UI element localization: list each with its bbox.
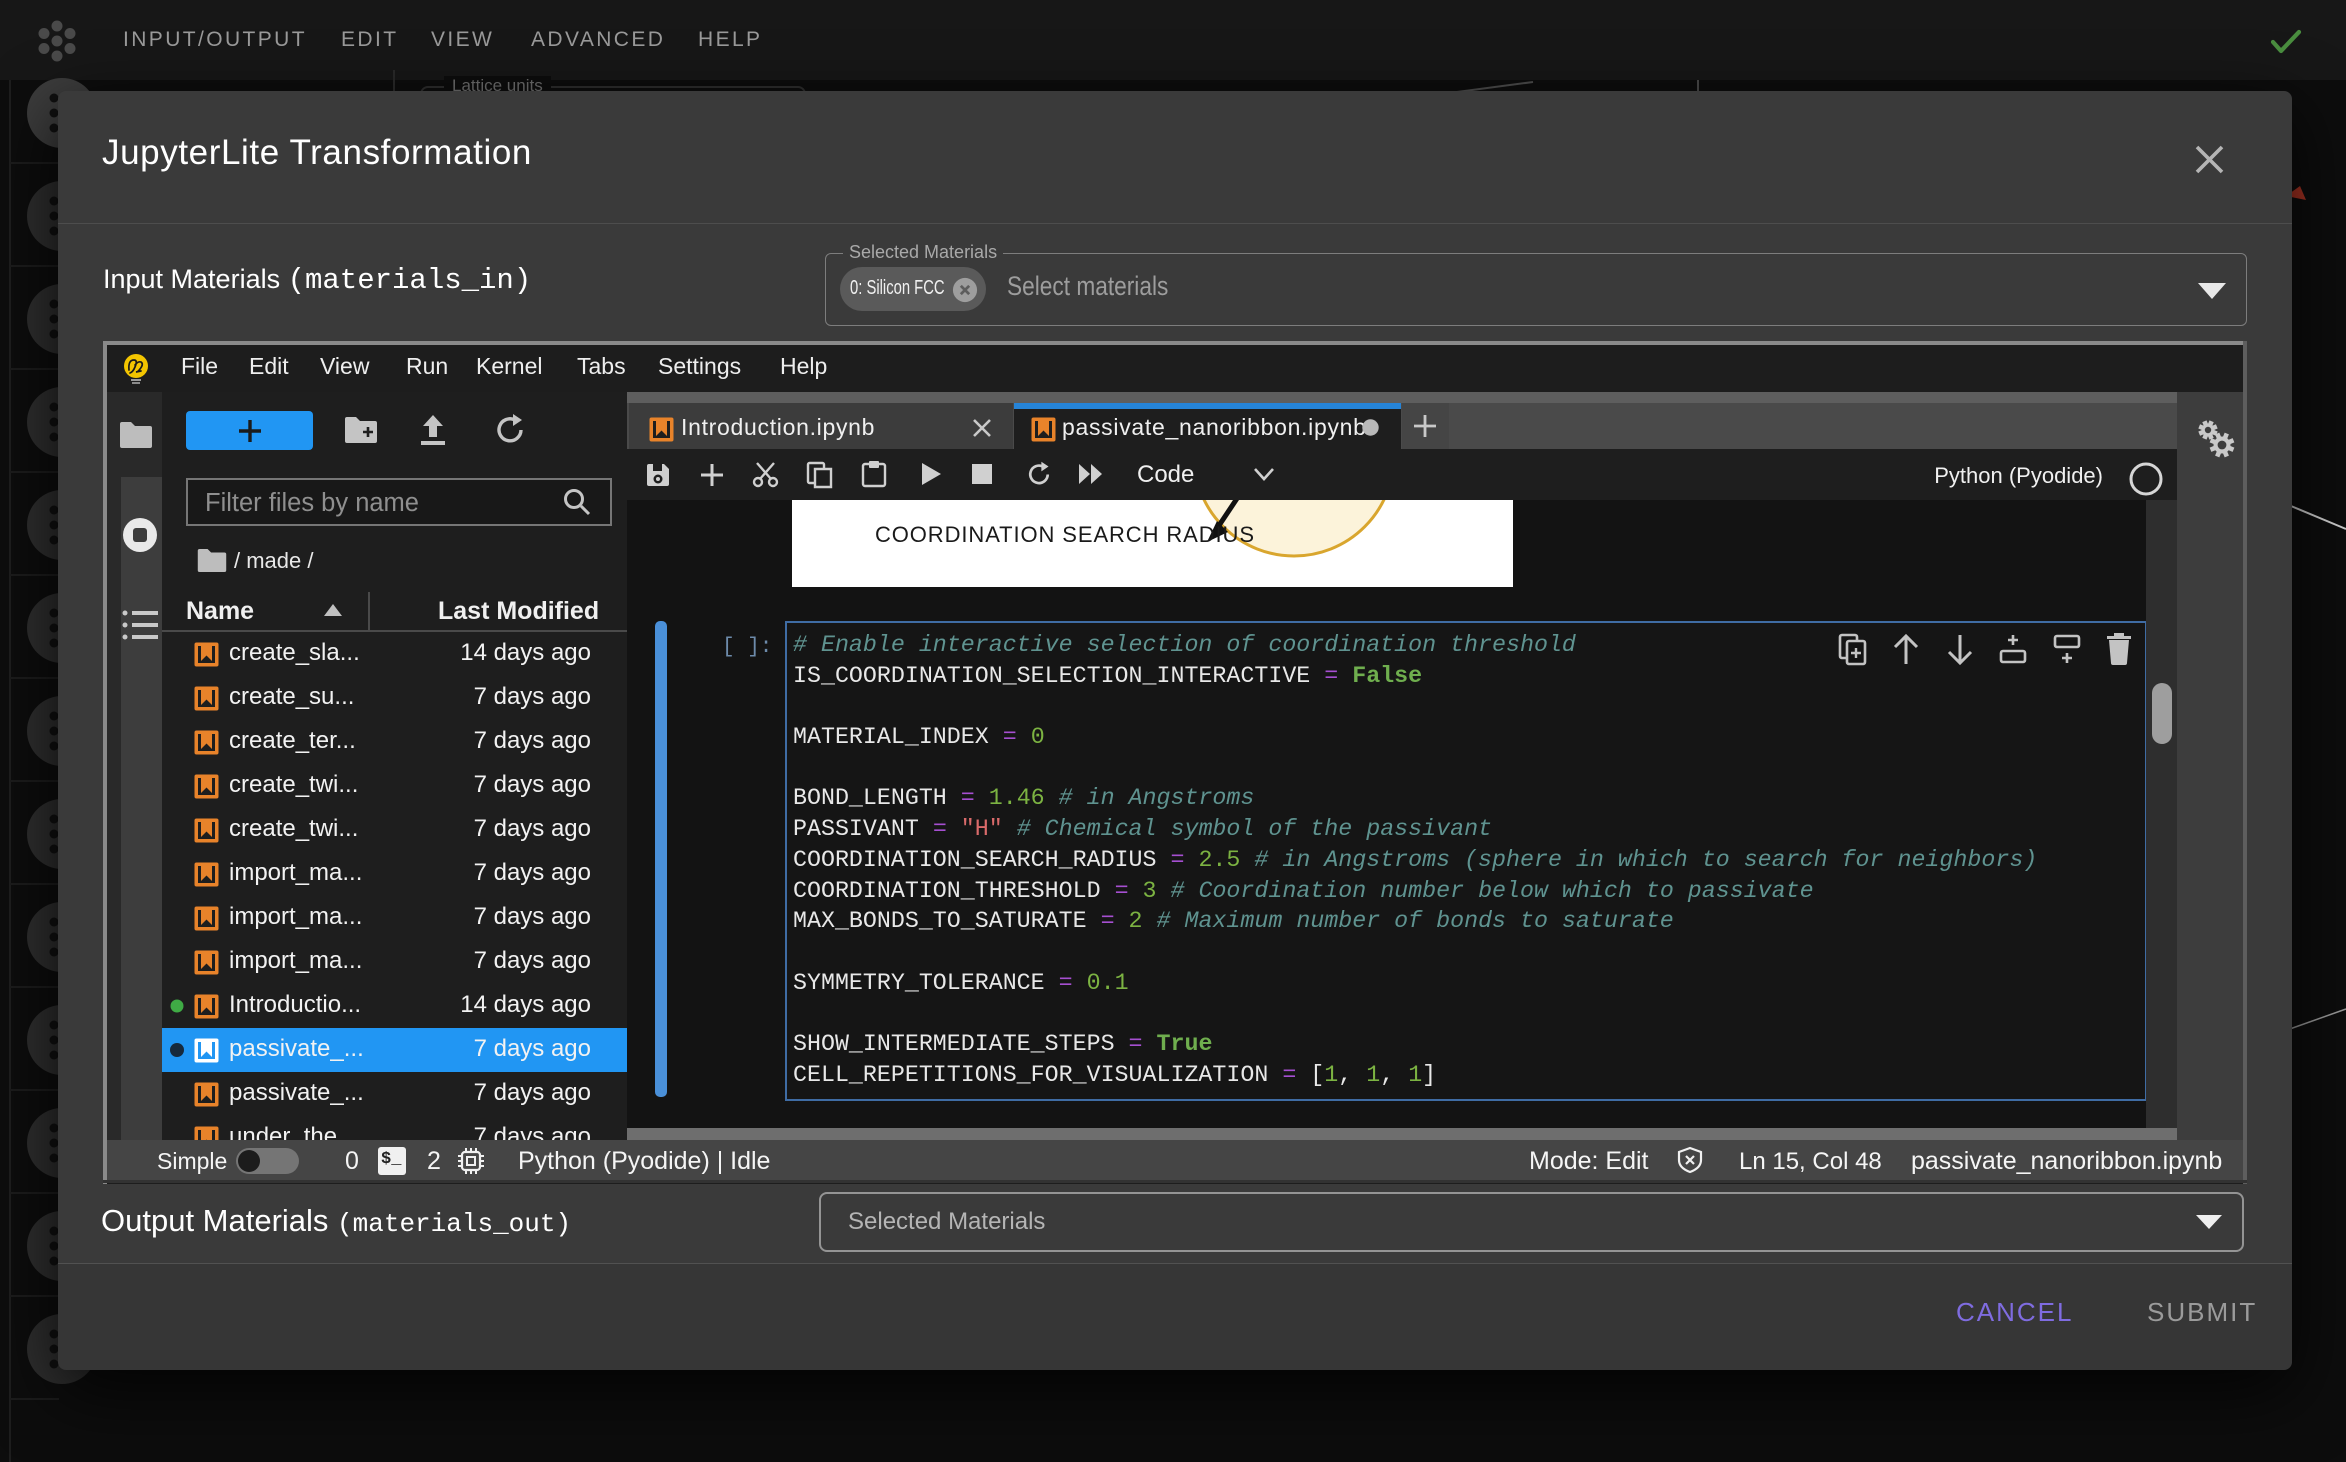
svg-text:COORDINATION SEARCH RADIUS: COORDINATION SEARCH RADIUS <box>875 522 1255 547</box>
